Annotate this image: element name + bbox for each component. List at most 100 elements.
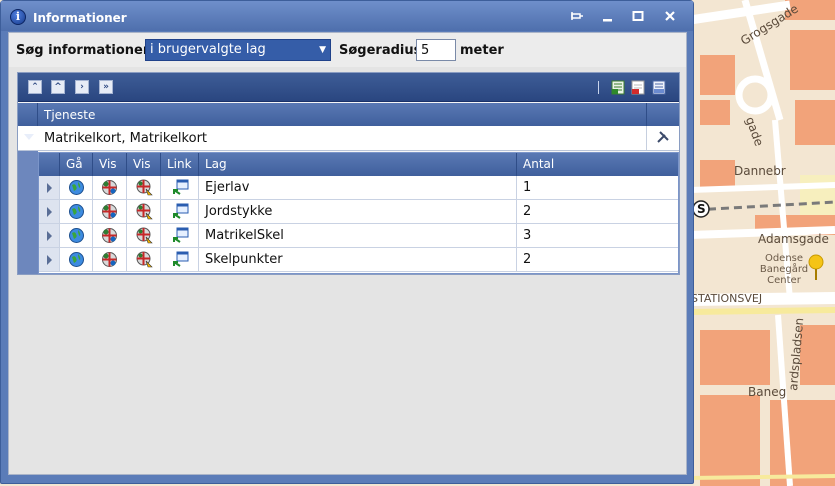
map-zoom-icon[interactable] [101,203,118,220]
go-cell [60,224,93,247]
radius-unit-label: meter [460,43,504,58]
show-cell [93,200,127,223]
search-label: Søg informationer [16,43,150,58]
map-zoom-icon[interactable] [101,227,118,244]
header-spacer [646,103,679,126]
show-cell [127,224,161,247]
layer-name: MatrikelSkel [199,224,517,247]
go-cell [60,176,93,199]
globe-icon[interactable] [68,179,85,196]
layer-count: 1 [523,180,532,195]
service-label: Matrikelkort, Matrikelkort [44,131,208,146]
layer-count: 2 [523,252,532,267]
close-button[interactable] [662,9,678,25]
map-zoom-icon[interactable] [101,251,118,268]
grid-toolbar: ⌃ ^ › » [18,73,679,102]
layer-name: Jordstykke [199,200,517,223]
info-icon: i [10,9,26,25]
radius-input[interactable] [416,39,456,61]
map-street-label: Odense Banegård Center [759,253,809,286]
link-cell [161,176,199,199]
pdf-export-icon[interactable] [631,80,645,95]
map-highlight-icon[interactable] [136,179,153,196]
link-icon[interactable] [172,227,189,244]
row-expander[interactable] [39,248,60,271]
column-header-layer[interactable]: Lag [199,153,517,176]
row-expander[interactable] [39,200,60,223]
link-icon[interactable] [172,251,189,268]
globe-icon[interactable] [68,203,85,220]
map-street-label: Adamsgade [758,232,829,246]
window-title: Informationer [33,11,127,25]
column-header-count[interactable]: Antal [517,153,678,176]
row-expander[interactable] [39,224,60,247]
collapse-all-icon[interactable]: ⌃ [28,80,42,94]
results-grid: ⌃ ^ › » Tjeneste Matrikelkort, Matrikelk… [17,72,680,275]
column-header-show[interactable]: Vis [93,153,127,176]
search-bar: Søg informationer i brugervalgte lag ▼ S… [9,33,686,67]
column-header-link[interactable]: Link [161,153,199,176]
map-street-label: Dannebr [734,164,786,178]
link-icon[interactable] [172,179,189,196]
map-street-label: STATIONSVEJ [691,292,763,305]
globe-icon[interactable] [68,251,85,268]
chevron-right-icon [47,255,52,265]
maximize-button[interactable] [630,9,646,25]
toolbar-divider [598,81,599,94]
pin-icon[interactable] [569,9,585,25]
go-cell [60,248,93,271]
layer-count: 3 [523,228,532,243]
header-spacer [18,103,38,126]
row-expander[interactable] [39,176,60,199]
show-cell [93,248,127,271]
information-window: i Informationer Søg informationer i brug… [0,0,694,484]
collapse-toggle-icon[interactable] [24,134,34,140]
collapse-icon[interactable]: ^ [51,80,65,94]
grid-header: Tjeneste [18,103,679,126]
show-cell [93,176,127,199]
table-row[interactable]: MatrikelSkel 3 [39,224,678,248]
layer-name: Skelpunkter [199,248,517,271]
column-header-service[interactable]: Tjeneste [44,108,95,122]
show-cell [127,200,161,223]
table-row[interactable]: Skelpunkter 2 [39,248,678,272]
map-highlight-icon[interactable] [136,227,153,244]
search-scope-dropdown[interactable]: i brugervalgte lag ▼ [145,39,331,61]
service-row[interactable]: Matrikelkort, Matrikelkort [18,126,679,151]
link-cell [161,248,199,271]
column-header-go[interactable]: Gå [60,153,93,176]
column-header-show[interactable]: Vis [127,153,161,176]
layer-count: 2 [523,204,532,219]
print-icon[interactable] [652,80,666,95]
show-cell [127,248,161,271]
chevron-down-icon: ▼ [319,45,326,55]
layer-name: Ejerlav [199,176,517,199]
chevron-right-icon [47,231,52,241]
chevron-right-icon [47,207,52,217]
map-street-label: Baneg [748,385,787,399]
table-row[interactable]: Ejerlav 1 [39,176,678,200]
expand-icon[interactable]: › [75,80,89,94]
minimize-button[interactable] [600,9,616,25]
expand-all-icon[interactable]: » [99,80,113,94]
map-highlight-icon[interactable] [136,203,153,220]
excel-export-icon[interactable] [611,80,625,95]
link-icon[interactable] [172,203,189,220]
chevron-right-icon [47,183,52,193]
go-cell [60,200,93,223]
close-icon [657,131,669,143]
globe-icon[interactable] [68,227,85,244]
show-cell [93,224,127,247]
link-cell [161,200,199,223]
radius-label: Søgeradius [339,43,422,58]
header-spacer [39,153,60,176]
window-titlebar[interactable]: i Informationer [1,1,693,31]
layer-table: Gå Vis Vis Link Lag Antal Ejerlav 1 Jord… [38,152,679,274]
map-zoom-icon[interactable] [101,179,118,196]
station-marker-label: S [697,202,706,216]
show-cell [127,176,161,199]
table-row[interactable]: Jordstykke 2 [39,200,678,224]
map-highlight-icon[interactable] [136,251,153,268]
remove-service-button[interactable] [646,126,679,150]
layer-table-header: Gå Vis Vis Link Lag Antal [39,153,678,176]
